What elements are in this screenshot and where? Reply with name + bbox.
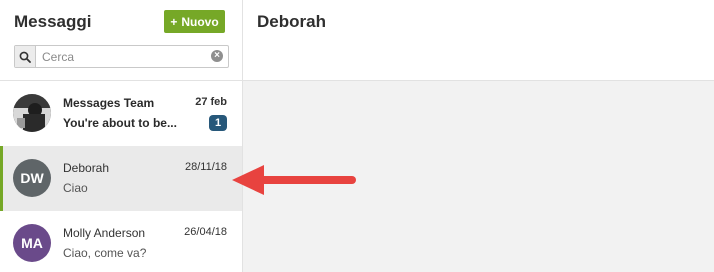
chat-header: Deborah [243, 0, 714, 81]
avatar: MA [13, 224, 51, 262]
unread-badge: 1 [209, 115, 227, 131]
selected-indicator [0, 146, 3, 211]
search-box: × [14, 45, 229, 68]
conversation-name: Deborah [63, 161, 110, 175]
conversation-preview: Ciao [63, 181, 88, 195]
new-message-label: Nuovo [181, 14, 219, 29]
avatar: DW [13, 159, 51, 197]
conversation-name: Messages Team [63, 96, 155, 110]
conversation-preview: You're about to be... [63, 116, 177, 130]
plus-icon: + [170, 14, 178, 29]
conversation-date: 28/11/18 [184, 161, 227, 173]
conversation-date: 26/04/18 [184, 226, 227, 238]
conversation-item-molly-anderson[interactable]: MA Molly Anderson 26/04/18 Ciao, come va… [0, 211, 242, 272]
annotation-arrow-icon [232, 165, 356, 195]
sidebar-title: Messaggi [14, 12, 92, 31]
search-input[interactable] [36, 48, 204, 65]
conversation-item-deborah[interactable]: DW Deborah 28/11/18 Ciao [0, 146, 242, 211]
conversation-item-messages-team[interactable]: Messages Team 27 feb You're about to be.… [0, 81, 242, 146]
clear-search-icon[interactable]: × [211, 50, 223, 62]
new-message-button[interactable]: + Nuovo [164, 10, 225, 33]
search-icon[interactable] [15, 46, 36, 67]
conversation-sidebar: Messaggi + Nuovo × [0, 0, 243, 272]
conversation-preview: Ciao, come va? [63, 246, 147, 260]
avatar [13, 94, 51, 132]
conversation-name: Molly Anderson [63, 226, 146, 240]
messages-app: Messaggi + Nuovo × [0, 0, 714, 272]
conversation-date: 27 feb [195, 96, 227, 108]
chat-title: Deborah [257, 12, 326, 31]
sidebar-header: Messaggi + Nuovo × [0, 0, 242, 81]
